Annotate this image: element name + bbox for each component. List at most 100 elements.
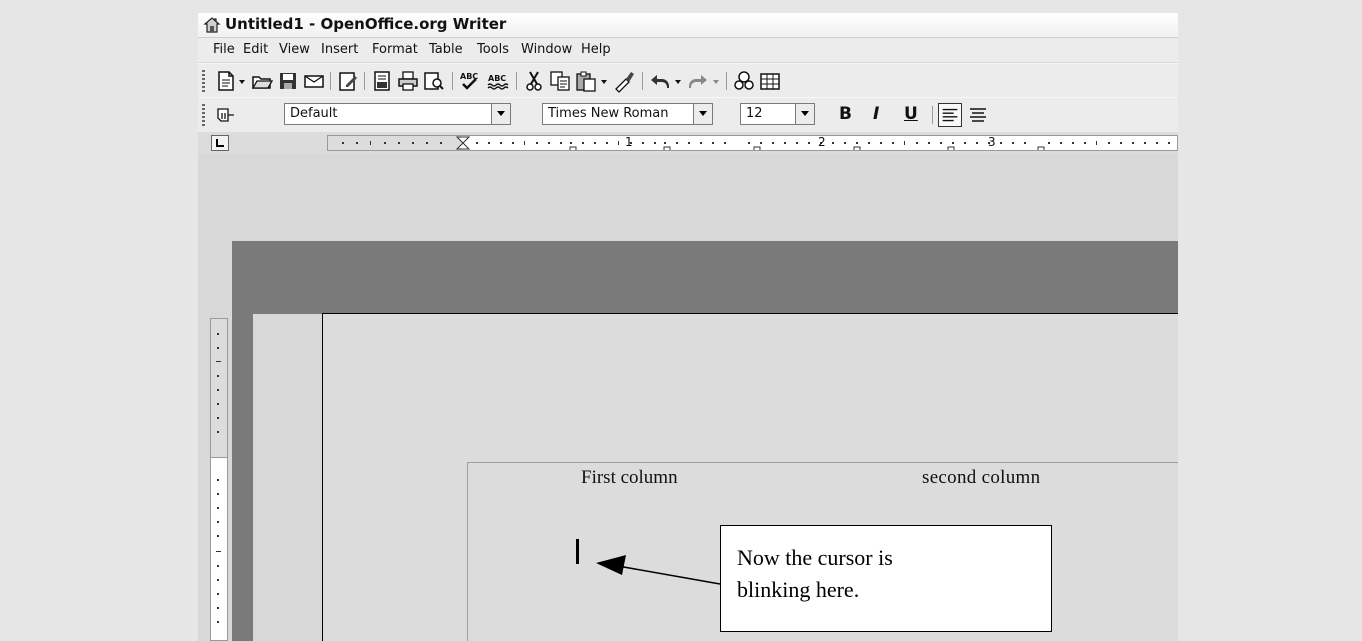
ruler-tick [217, 621, 219, 623]
toolbar-separator [932, 106, 933, 124]
document-column1-text: First column [581, 467, 678, 488]
ruler-tick [217, 493, 219, 495]
new-document-icon[interactable] [214, 69, 238, 93]
menu-view[interactable]: View [279, 42, 310, 57]
toolbar-separator [726, 72, 727, 90]
font-name-combobox[interactable]: Times New Roman [542, 103, 713, 125]
paste-dropdown-arrow-icon[interactable] [598, 69, 610, 93]
ruler-tick [217, 403, 219, 405]
document-background [232, 241, 253, 641]
menu-table[interactable]: Table [429, 42, 463, 57]
menu-window[interactable]: Window [521, 42, 572, 57]
menu-bar: File Edit View Insert Format Table Tools… [198, 38, 1178, 62]
paragraph-style-combobox[interactable]: Default [284, 103, 511, 125]
cut-icon[interactable] [522, 69, 546, 93]
ruler-tick [216, 551, 221, 552]
ruler-margin [211, 319, 227, 458]
ruler-tick [217, 507, 219, 509]
standard-toolbar: ABC ABC [198, 63, 1178, 98]
toolbar-separator [642, 72, 643, 90]
menu-tools[interactable]: Tools [477, 42, 509, 57]
ruler-tick [217, 375, 219, 377]
svg-text:ABC: ABC [488, 74, 506, 83]
redo-icon[interactable] [686, 69, 710, 93]
ruler-tick [217, 431, 219, 433]
ruler-tick [217, 479, 219, 481]
menu-help[interactable]: Help [581, 42, 611, 57]
title-bar: Untitled1 - OpenOffice.org Writer [198, 13, 1178, 38]
clone-formatting-icon[interactable] [612, 69, 636, 93]
page-preview-icon[interactable] [422, 69, 446, 93]
font-size-value: 12 [746, 106, 763, 121]
table-icon[interactable] [758, 69, 782, 93]
formatting-toolbar: Default Times New Roman 12 B I U [198, 97, 1178, 132]
bold-button[interactable]: B [839, 104, 852, 124]
chevron-down-icon[interactable] [693, 104, 712, 124]
ruler-tick [217, 333, 219, 335]
ruler-tick [217, 417, 219, 419]
ruler-tick [217, 521, 219, 523]
font-size-combobox[interactable]: 12 [740, 103, 815, 125]
toolbar-separator [330, 72, 331, 90]
edit-file-icon[interactable] [336, 69, 360, 93]
ruler-tick [217, 347, 219, 349]
menu-edit[interactable]: Edit [243, 42, 268, 57]
callout-box: Now the cursor is blinking here. [720, 525, 1052, 632]
document-background [253, 241, 1178, 314]
export-pdf-icon[interactable] [370, 69, 394, 93]
copy-icon[interactable] [548, 69, 572, 93]
align-center-icon[interactable] [966, 103, 990, 127]
writer-window: Untitled1 - OpenOffice.org Writer File E… [198, 13, 1178, 641]
ruler-tick [217, 535, 219, 537]
ruler-tick [217, 593, 219, 595]
spellcheck-icon[interactable]: ABC [458, 69, 482, 93]
horizontal-ruler[interactable]: 1 2 3 [327, 135, 1178, 151]
toolbar-grip[interactable] [202, 70, 205, 92]
redo-dropdown-arrow-icon[interactable] [710, 69, 722, 93]
undo-dropdown-arrow-icon[interactable] [672, 69, 684, 93]
ruler-number: 2 [818, 135, 826, 149]
openoffice-app-icon [203, 17, 221, 33]
text-cursor [576, 539, 579, 564]
ruler-tick [217, 607, 219, 609]
ruler-number: 3 [988, 135, 996, 149]
toolbar-grip[interactable] [202, 104, 205, 126]
ruler-tick [217, 389, 219, 391]
ruler-tick [217, 579, 219, 581]
menu-insert[interactable]: Insert [321, 42, 358, 57]
autospellcheck-icon[interactable]: ABC [486, 69, 510, 93]
align-left-icon[interactable] [938, 103, 962, 127]
undo-icon[interactable] [648, 69, 672, 93]
toolbar-separator [364, 72, 365, 90]
vertical-ruler[interactable] [210, 318, 228, 641]
save-icon[interactable] [276, 69, 300, 93]
ruler-tick [217, 565, 219, 567]
window-title: Untitled1 - OpenOffice.org Writer [225, 15, 507, 33]
chevron-down-icon[interactable] [795, 104, 814, 124]
open-icon[interactable] [250, 69, 274, 93]
ruler-tick [216, 361, 221, 362]
email-icon[interactable] [302, 69, 326, 93]
paragraph-style-value: Default [290, 106, 338, 121]
print-icon[interactable] [396, 69, 420, 93]
toolbar-separator [516, 72, 517, 90]
styles-formatting-icon[interactable] [214, 103, 238, 127]
document-column2-text: second column [922, 467, 1041, 488]
callout-line: Now the cursor is [737, 545, 893, 570]
navigator-icon[interactable] [732, 69, 756, 93]
toolbar-separator [452, 72, 453, 90]
font-name-value: Times New Roman [548, 106, 669, 121]
paste-icon[interactable] [574, 69, 598, 93]
italic-button[interactable]: I [873, 104, 879, 124]
ruler-row: 1 2 3 [198, 132, 1178, 154]
underline-button[interactable]: U [904, 104, 918, 124]
ruler-number: 1 [625, 135, 633, 149]
callout-text: Now the cursor is blinking here. [737, 542, 893, 606]
chevron-down-icon[interactable] [491, 104, 510, 124]
ruler-ticks [342, 136, 1170, 150]
callout-line: blinking here. [737, 577, 860, 602]
tab-stop-button[interactable] [211, 135, 229, 151]
menu-file[interactable]: File [213, 42, 235, 57]
new-dropdown-arrow-icon[interactable] [236, 69, 248, 93]
menu-format[interactable]: Format [372, 42, 418, 57]
